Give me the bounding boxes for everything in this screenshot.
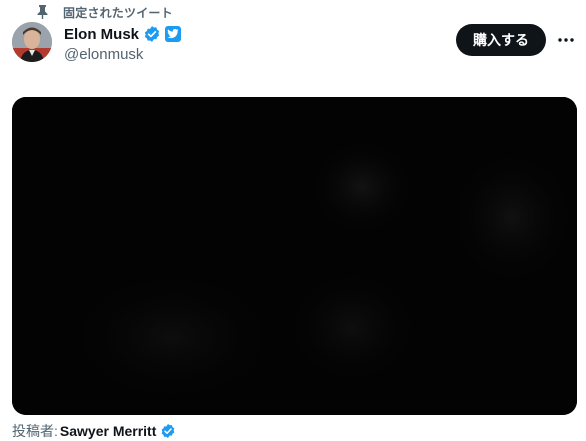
attribution: 投稿者: Sawyer Merritt [12, 421, 176, 441]
author-display-name[interactable]: Elon Musk [64, 26, 139, 43]
buy-button[interactable]: 購入する [456, 24, 546, 56]
video-frame [12, 97, 577, 415]
author-name-row[interactable]: Elon Musk [64, 24, 182, 44]
pinned-tweet-indicator: 固定されたツイート [36, 4, 173, 20]
more-icon[interactable] [556, 30, 576, 50]
avatar[interactable] [12, 22, 52, 62]
attribution-author[interactable]: Sawyer Merritt [60, 423, 156, 439]
pin-icon [36, 5, 49, 19]
twitter-affiliate-icon[interactable] [165, 26, 182, 42]
verified-badge-icon[interactable] [143, 25, 161, 43]
pinned-label: 固定されたツイート [63, 5, 173, 20]
author-handle[interactable]: @elonmusk [64, 46, 143, 63]
attribution-label: 投稿者: [12, 423, 58, 439]
video-player[interactable] [12, 97, 577, 415]
verified-badge-icon[interactable] [160, 423, 176, 439]
